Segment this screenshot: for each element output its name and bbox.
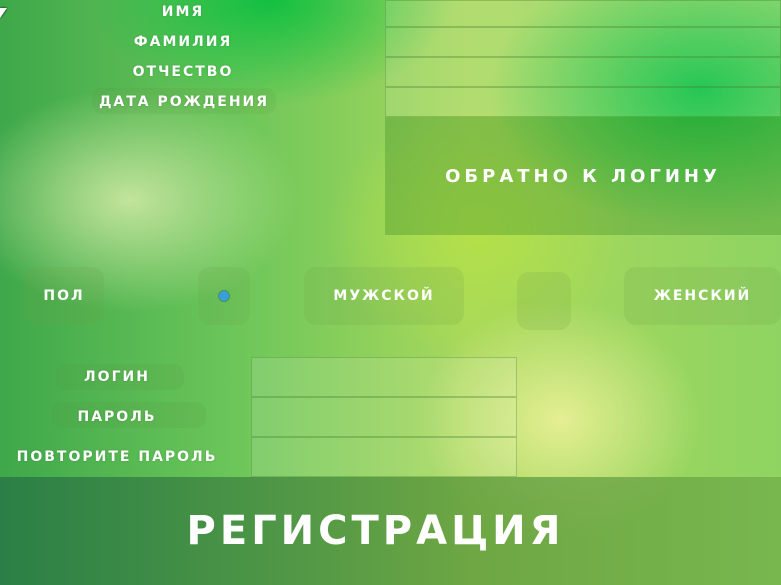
login-input[interactable] <box>252 358 516 396</box>
patronymic-input[interactable] <box>386 58 780 86</box>
login-field[interactable] <box>251 357 517 397</box>
last-name-input[interactable] <box>386 28 780 56</box>
radio-selected-icon <box>219 291 229 301</box>
male-option-label[interactable]: МУЖСКОЙ <box>304 267 464 325</box>
register-button[interactable]: РЕГИСТРАЦИЯ <box>0 477 781 585</box>
first-name-label: ИМЯ <box>161 4 205 20</box>
mouse-cursor-icon <box>0 8 7 18</box>
back-to-login-button[interactable]: ОБРАТНО К ЛОГИНУ <box>385 117 781 235</box>
login-label: ЛОГИН <box>84 369 150 385</box>
register-button-label: РЕГИСТРАЦИЯ <box>186 508 565 554</box>
patronymic-field[interactable] <box>385 57 781 87</box>
gender-label: ПОЛ <box>24 267 104 325</box>
female-radio[interactable] <box>517 272 571 330</box>
last-name-label: ФАМИЛИЯ <box>133 34 233 50</box>
repeat-password-label: ПОВТОРИТЕ ПАРОЛЬ <box>16 449 218 465</box>
repeat-password-field[interactable] <box>251 437 517 477</box>
password-label: ПАРОЛЬ <box>77 409 157 425</box>
birthdate-label: ДАТА РОЖДЕНИЯ <box>98 94 270 110</box>
birthdate-input[interactable] <box>386 88 780 116</box>
last-name-field[interactable] <box>385 27 781 57</box>
first-name-input[interactable] <box>386 1 780 26</box>
password-field[interactable] <box>251 397 517 437</box>
patronymic-label: ОТЧЕСТВО <box>132 64 234 80</box>
password-input[interactable] <box>252 398 516 436</box>
male-radio[interactable] <box>198 267 250 325</box>
repeat-password-input[interactable] <box>252 438 516 476</box>
first-name-field[interactable] <box>385 0 781 27</box>
female-option-label[interactable]: ЖЕНСКИЙ <box>624 267 781 325</box>
birthdate-field[interactable] <box>385 87 781 117</box>
